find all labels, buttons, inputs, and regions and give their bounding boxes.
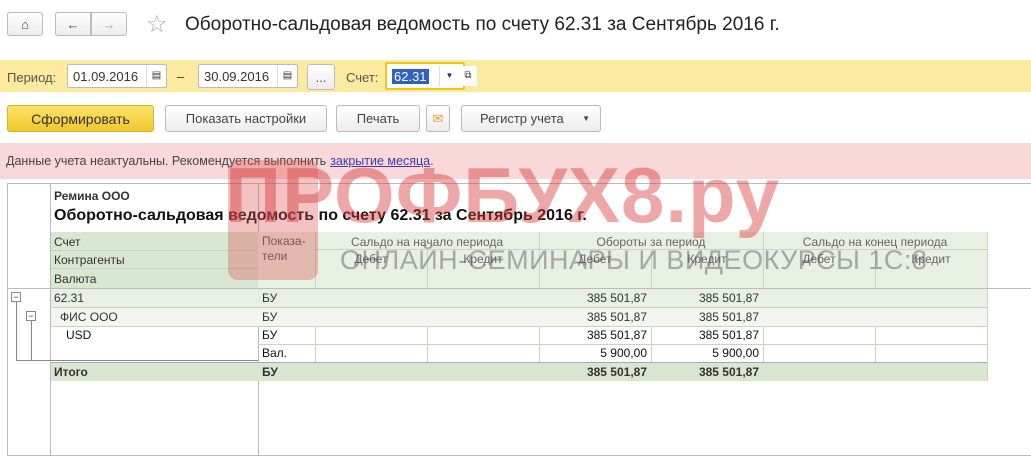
register-dropdown[interactable]: Регистр учета ▼: [461, 105, 601, 132]
page-title: Оборотно-сальдовая ведомость по счету 62…: [185, 14, 780, 35]
generate-button[interactable]: Сформировать: [7, 105, 154, 132]
chevron-down-icon: ▼: [582, 114, 590, 123]
account-input[interactable]: 62.31 ▼ ⧉: [385, 62, 477, 90]
period-select-button[interactable]: ...: [307, 64, 335, 90]
report-org: Ремина ООО: [54, 189, 130, 203]
account-label: Счет:: [346, 70, 379, 85]
header-account: Счет: [54, 235, 81, 249]
watermark-tagline: ОНЛАЙН-СЕМИНАРЫ И ВИДЕОКУРСЫ 1С:8: [340, 245, 928, 275]
collapse-icon[interactable]: −: [26, 311, 36, 321]
show-settings-button[interactable]: Показать настройки: [165, 105, 327, 132]
header-counterparty: Контрагенты: [54, 253, 125, 267]
dropdown-arrow-icon[interactable]: ▼: [439, 66, 459, 86]
open-icon[interactable]: ⧉: [459, 66, 477, 86]
envelope-icon: ✉: [432, 110, 444, 126]
calendar-icon[interactable]: ▤: [146, 65, 166, 87]
back-button[interactable]: ←: [55, 12, 91, 36]
email-button[interactable]: ✉: [426, 105, 450, 132]
print-button[interactable]: Печать: [336, 105, 420, 132]
watermark-brand: ПРОФБУХ8.ру: [225, 151, 781, 239]
favorite-star-icon[interactable]: ☆: [146, 10, 168, 39]
header-currency: Валюта: [54, 272, 97, 286]
arrow-left-icon: ←: [66, 16, 80, 32]
date-from-input[interactable]: 01.09.2016 ▤: [67, 64, 167, 88]
calendar-icon[interactable]: ▤: [277, 65, 297, 87]
forward-button[interactable]: →: [91, 12, 127, 36]
arrow-right-icon: →: [102, 16, 116, 32]
date-to-input[interactable]: 30.09.2016 ▤: [198, 64, 298, 88]
period-dash: –: [177, 69, 185, 84]
collapse-icon[interactable]: −: [11, 292, 21, 302]
home-button[interactable]: ⌂: [7, 12, 43, 36]
home-icon: ⌂: [21, 16, 29, 32]
period-label: Период:: [7, 70, 57, 85]
